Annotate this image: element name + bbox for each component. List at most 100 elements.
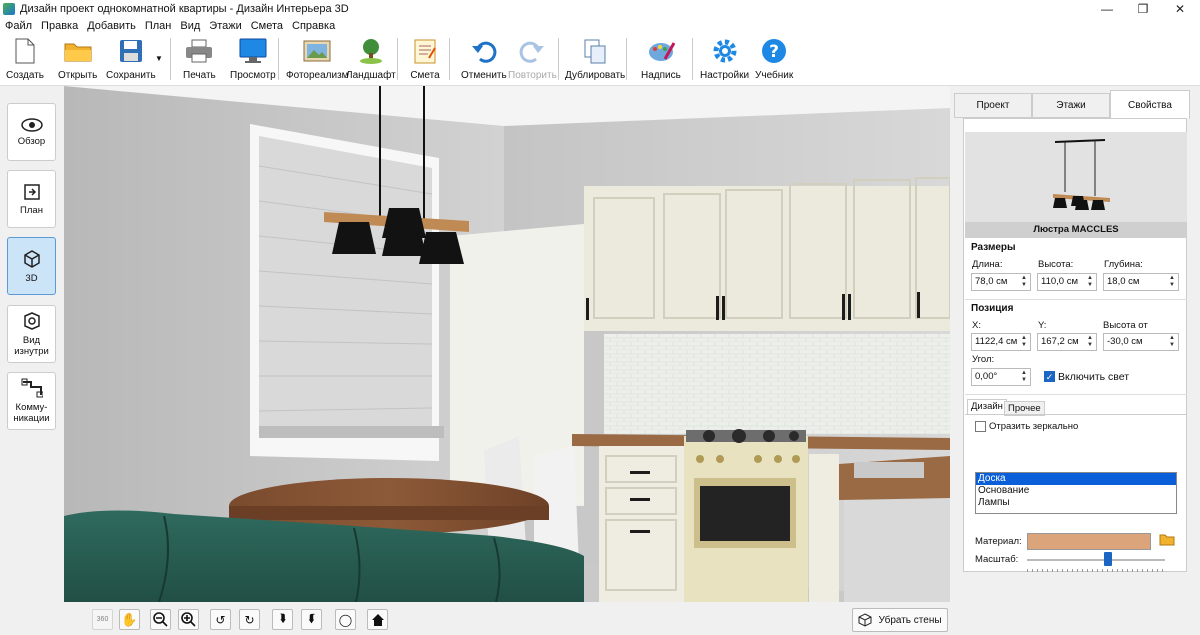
photo-icon bbox=[302, 36, 332, 66]
menu-estimate[interactable]: Смета bbox=[251, 20, 283, 32]
menu-plan[interactable]: План bbox=[145, 20, 172, 32]
spin-arrows-icon[interactable]: ▲ ▼ bbox=[1019, 275, 1029, 289]
help-question-icon: ? bbox=[759, 36, 789, 66]
pipes-icon bbox=[21, 378, 43, 398]
spin-arrows-icon[interactable]: ▲ ▼ bbox=[1167, 335, 1177, 349]
open-button[interactable]: Открыть bbox=[58, 36, 97, 81]
list-item[interactable]: Лампы bbox=[976, 497, 1176, 509]
maximize-button[interactable]: ❐ bbox=[1123, 0, 1163, 18]
floppy-icon bbox=[116, 36, 146, 66]
length-spinbox[interactable]: 78,0 см ▲ ▼ bbox=[971, 273, 1031, 291]
kitchen-3d-render bbox=[64, 86, 950, 602]
spin-arrows-icon[interactable]: ▲ ▼ bbox=[1167, 275, 1177, 289]
spin-arrows-icon[interactable]: ▲ ▼ bbox=[1085, 335, 1095, 349]
home-icon bbox=[371, 614, 384, 626]
sizes-header: Размеры bbox=[971, 242, 1016, 253]
menu-file[interactable]: Файл bbox=[5, 20, 32, 32]
menu-floors[interactable]: Этажи bbox=[209, 20, 241, 32]
view-3d-button[interactable]: 3D bbox=[7, 237, 56, 295]
plan-button[interactable]: План bbox=[7, 170, 56, 228]
depth-spinbox[interactable]: 18,0 см ▲ ▼ bbox=[1103, 273, 1179, 291]
parts-listbox[interactable]: Доска Основание Лампы bbox=[975, 472, 1177, 514]
tutorial-button[interactable]: ? Учебник bbox=[755, 36, 793, 81]
communications-button[interactable]: Комму-никации bbox=[7, 372, 56, 430]
tilt-down-button[interactable]: ⮮ bbox=[301, 609, 322, 630]
spin-arrows-icon[interactable]: ▲ ▼ bbox=[1019, 335, 1029, 349]
spin-arrows-icon[interactable]: ▲ ▼ bbox=[1085, 275, 1095, 289]
tab-floors[interactable]: Этажи bbox=[1032, 93, 1110, 118]
duplicate-button[interactable]: Дублировать bbox=[565, 36, 625, 81]
x-spinbox[interactable]: 1122,4 см ▲ ▼ bbox=[971, 333, 1031, 351]
menu-view[interactable]: Вид bbox=[180, 20, 200, 32]
zoom-out-button[interactable] bbox=[150, 609, 171, 630]
overview-button[interactable]: Обзор bbox=[7, 103, 56, 161]
label-button[interactable]: Надпись bbox=[641, 36, 681, 81]
list-item[interactable]: Доска bbox=[976, 473, 1176, 485]
undo-icon bbox=[469, 36, 499, 66]
close-button[interactable]: ✕ bbox=[1160, 0, 1200, 18]
duplicate-icon bbox=[580, 36, 610, 66]
scale-label: Масштаб: bbox=[975, 554, 1019, 565]
divider bbox=[965, 299, 1187, 300]
tab-properties[interactable]: Свойства bbox=[1110, 90, 1190, 119]
divider bbox=[965, 394, 1187, 395]
rotate-360-button[interactable]: 360 bbox=[92, 609, 113, 630]
tab-project[interactable]: Проект bbox=[954, 93, 1032, 118]
angle-spinbox[interactable]: 0,00° ▲ ▼ bbox=[971, 368, 1031, 386]
y-spinbox[interactable]: 167,2 см ▲ ▼ bbox=[1037, 333, 1097, 351]
3d-viewport[interactable] bbox=[64, 86, 950, 602]
menu-edit[interactable]: Правка bbox=[41, 20, 78, 32]
pan-button[interactable]: ✋ bbox=[119, 609, 140, 630]
gear-icon bbox=[710, 36, 740, 66]
rotate-left-button[interactable]: ↺ bbox=[210, 609, 231, 630]
light-bulb-icon: ◯ bbox=[338, 612, 353, 627]
remove-walls-button[interactable]: Убрать стены bbox=[852, 608, 948, 632]
enable-light-label: Включить свет bbox=[1058, 371, 1130, 383]
material-swatch[interactable] bbox=[1027, 533, 1151, 550]
subtab-design[interactable]: Дизайн bbox=[967, 399, 1007, 414]
redo-button[interactable]: Повторить bbox=[508, 36, 557, 81]
rotate-right-button[interactable]: ↻ bbox=[239, 609, 260, 630]
spin-arrows-icon[interactable]: ▲ ▼ bbox=[1019, 370, 1029, 384]
home-view-button[interactable] bbox=[367, 609, 388, 630]
plan-icon bbox=[23, 183, 40, 200]
undo-button[interactable]: Отменить bbox=[461, 36, 507, 81]
print-button[interactable]: Печать bbox=[183, 36, 216, 81]
estimate-button[interactable]: Смета bbox=[410, 36, 440, 81]
height-spinbox[interactable]: 110,0 см ▲ ▼ bbox=[1037, 273, 1097, 291]
zoom-in-button[interactable] bbox=[178, 609, 199, 630]
menu-help[interactable]: Справка bbox=[292, 20, 335, 32]
save-dropdown-arrow-icon[interactable]: ▼ bbox=[155, 54, 163, 63]
open-folder-icon[interactable] bbox=[1159, 533, 1175, 547]
settings-button[interactable]: Настройки bbox=[700, 36, 749, 81]
panel-tabs: Проект Этажи Свойства bbox=[952, 90, 1190, 119]
x-label: X: bbox=[972, 320, 981, 331]
lighting-button[interactable]: ◯ bbox=[335, 609, 356, 630]
printer-icon bbox=[184, 36, 214, 66]
height-label: Высота: bbox=[1038, 259, 1074, 270]
toolbar-separator bbox=[558, 38, 559, 80]
depth-label: Глубина: bbox=[1104, 259, 1143, 270]
minimize-button[interactable]: — bbox=[1087, 0, 1127, 18]
save-button[interactable]: Сохранить bbox=[106, 36, 156, 81]
scale-slider-thumb[interactable] bbox=[1104, 552, 1112, 566]
menu-add[interactable]: Добавить bbox=[87, 20, 136, 32]
inside-view-button[interactable]: Вид изнутри bbox=[7, 305, 56, 363]
svg-text:?: ? bbox=[769, 42, 779, 62]
enable-light-checkbox[interactable]: ✓ bbox=[1044, 371, 1055, 382]
mirror-checkbox[interactable] bbox=[975, 421, 986, 432]
ceiling-height-spinbox[interactable]: -30,0 см ▲ ▼ bbox=[1103, 333, 1179, 351]
list-item[interactable]: Основание bbox=[976, 485, 1176, 497]
landscape-button[interactable]: Ландшафт bbox=[346, 36, 396, 81]
tilt-down-icon: ⮮ bbox=[308, 613, 315, 625]
palette-icon bbox=[646, 36, 676, 66]
tilt-up-button[interactable]: ⮯ bbox=[272, 609, 293, 630]
scale-slider-track[interactable] bbox=[1027, 559, 1165, 561]
preview-button[interactable]: Просмотр bbox=[230, 36, 276, 81]
y-label: Y: bbox=[1038, 320, 1047, 331]
inside-view-label: Вид изнутри bbox=[14, 335, 49, 357]
hand-icon: ✋ bbox=[121, 611, 138, 627]
preview-caption: Люстра MACCLES bbox=[965, 222, 1187, 238]
create-button[interactable]: Создать bbox=[6, 36, 44, 81]
photorealism-button[interactable]: Фотореализм bbox=[286, 36, 349, 81]
